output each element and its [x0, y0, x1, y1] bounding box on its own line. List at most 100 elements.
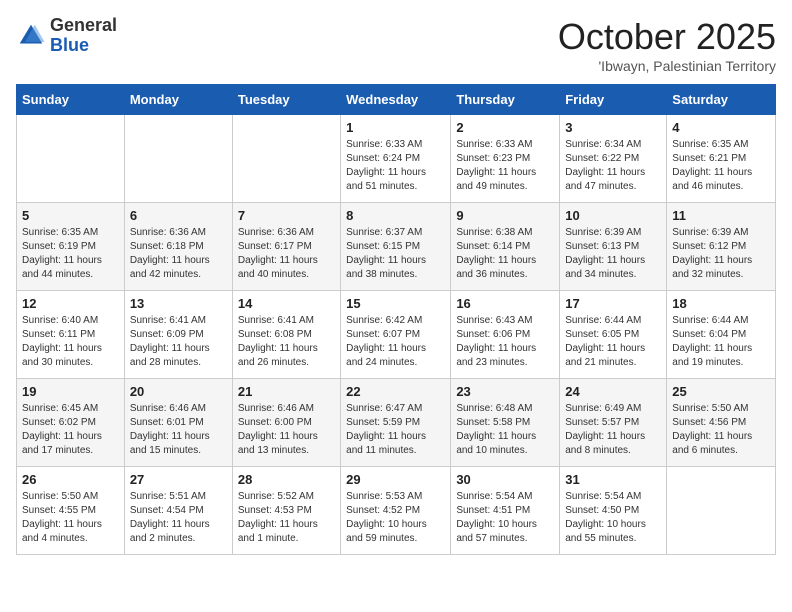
- day-cell: 17Sunrise: 6:44 AM Sunset: 6:05 PM Dayli…: [560, 291, 667, 379]
- day-info: Sunrise: 6:39 AM Sunset: 6:13 PM Dayligh…: [565, 226, 661, 282]
- day-cell: 16 Sunrise: 6:43 AM Sunset: 6:06 PM Dayli…: [451, 291, 560, 379]
- day-number: 20: [130, 384, 227, 399]
- day-number: 27: [130, 472, 227, 487]
- month-title: October 2025: [558, 16, 776, 58]
- day-cell: 10 Sunrise: 6:39 AM Sunset: 6:13 PM Dayli…: [560, 203, 667, 291]
- day-number: 21: [238, 384, 335, 399]
- day-number: 8: [346, 208, 445, 223]
- day-number: 5: [22, 208, 119, 223]
- day-number: 17: [565, 296, 661, 311]
- day-cell: 21 Sunrise: 6:46 AM Sunset: 6:00 PM Dayli…: [232, 379, 340, 467]
- day-cell: 13 Sunrise: 6:41 AM Sunset: 6:09 PM Dayli…: [124, 291, 232, 379]
- day-number: 10: [565, 208, 661, 223]
- page-header: General Blue October 2025 'Ibwayn, Pales…: [16, 16, 776, 74]
- day-number: 15: [346, 296, 445, 311]
- day-cell: 22 Sunrise: 6:47 AM Sunset: 5:59 PM Dayli…: [341, 379, 451, 467]
- day-cell: 20 Sunrise: 6:46 AM Sunset: 6:01 PM Dayli…: [124, 379, 232, 467]
- day-info: Sunrise: 6:45 AM Sunset: 6:02 PM Dayligh…: [22, 402, 119, 458]
- day-cell: 1Sunrise: 6:33 AM Sunset: 6:24 PM Daylig…: [341, 115, 451, 203]
- day-cell: 23 Sunrise: 6:48 AM Sunset: 5:58 PM Dayli…: [451, 379, 560, 467]
- day-info: Sunrise: 6:40 AM Sunset: 6:11 PM Dayligh…: [22, 314, 119, 370]
- day-cell: [232, 115, 340, 203]
- day-cell: 12 Sunrise: 6:40 AM Sunset: 6:11 PM Dayli…: [17, 291, 125, 379]
- day-info: Sunrise: 6:36 AM Sunset: 6:17 PM Dayligh…: [238, 226, 335, 282]
- title-area: October 2025 'Ibwayn, Palestinian Territ…: [558, 16, 776, 74]
- day-number: 11: [672, 208, 770, 223]
- day-info: Sunrise: 5:53 AM Sunset: 4:52 PM Dayligh…: [346, 490, 445, 546]
- day-cell: 9Sunrise: 6:38 AM Sunset: 6:14 PM Daylig…: [451, 203, 560, 291]
- day-cell: 11 Sunrise: 6:39 AM Sunset: 6:12 PM Dayli…: [667, 203, 776, 291]
- day-cell: 31Sunrise: 5:54 AM Sunset: 4:50 PM Dayli…: [560, 467, 667, 555]
- day-cell: 18Sunrise: 6:44 AM Sunset: 6:04 PM Dayli…: [667, 291, 776, 379]
- day-number: 7: [238, 208, 335, 223]
- day-number: 19: [22, 384, 119, 399]
- day-number: 25: [672, 384, 770, 399]
- day-info: Sunrise: 5:52 AM Sunset: 4:53 PM Dayligh…: [238, 490, 335, 546]
- day-number: 6: [130, 208, 227, 223]
- day-info: Sunrise: 6:35 AM Sunset: 6:21 PM Dayligh…: [672, 138, 770, 194]
- day-number: 12: [22, 296, 119, 311]
- day-info: Sunrise: 5:54 AM Sunset: 4:51 PM Dayligh…: [456, 490, 554, 546]
- header-cell-wednesday: Wednesday: [341, 85, 451, 115]
- calendar-table: SundayMondayTuesdayWednesdayThursdayFrid…: [16, 84, 776, 555]
- day-cell: 29 Sunrise: 5:53 AM Sunset: 4:52 PM Dayli…: [341, 467, 451, 555]
- day-number: 23: [456, 384, 554, 399]
- day-info: Sunrise: 6:36 AM Sunset: 6:18 PM Dayligh…: [130, 226, 227, 282]
- day-number: 1: [346, 120, 445, 135]
- day-number: 3: [565, 120, 661, 135]
- header-cell-friday: Friday: [560, 85, 667, 115]
- day-number: 2: [456, 120, 554, 135]
- day-number: 14: [238, 296, 335, 311]
- day-cell: 6 Sunrise: 6:36 AM Sunset: 6:18 PM Daylig…: [124, 203, 232, 291]
- day-cell: 28 Sunrise: 5:52 AM Sunset: 4:53 PM Dayli…: [232, 467, 340, 555]
- day-cell: 4Sunrise: 6:35 AM Sunset: 6:21 PM Daylig…: [667, 115, 776, 203]
- day-cell: 8 Sunrise: 6:37 AM Sunset: 6:15 PM Daylig…: [341, 203, 451, 291]
- day-info: Sunrise: 6:35 AM Sunset: 6:19 PM Dayligh…: [22, 226, 119, 282]
- day-cell: 2 Sunrise: 6:33 AM Sunset: 6:23 PM Daylig…: [451, 115, 560, 203]
- day-number: 29: [346, 472, 445, 487]
- header-cell-saturday: Saturday: [667, 85, 776, 115]
- day-cell: [17, 115, 125, 203]
- day-info: Sunrise: 6:33 AM Sunset: 6:23 PM Dayligh…: [456, 138, 554, 194]
- day-info: Sunrise: 6:39 AM Sunset: 6:12 PM Dayligh…: [672, 226, 770, 282]
- day-number: 31: [565, 472, 661, 487]
- day-info: Sunrise: 6:37 AM Sunset: 6:15 PM Dayligh…: [346, 226, 445, 282]
- day-number: 30: [456, 472, 554, 487]
- day-info: Sunrise: 5:50 AM Sunset: 4:55 PM Dayligh…: [22, 490, 119, 546]
- day-info: Sunrise: 6:46 AM Sunset: 6:01 PM Dayligh…: [130, 402, 227, 458]
- day-number: 18: [672, 296, 770, 311]
- day-info: Sunrise: 6:41 AM Sunset: 6:09 PM Dayligh…: [130, 314, 227, 370]
- day-number: 24: [565, 384, 661, 399]
- week-row-4: 19 Sunrise: 6:45 AM Sunset: 6:02 PM Dayli…: [17, 379, 776, 467]
- day-cell: 14 Sunrise: 6:41 AM Sunset: 6:08 PM Dayli…: [232, 291, 340, 379]
- day-cell: 30 Sunrise: 5:54 AM Sunset: 4:51 PM Dayli…: [451, 467, 560, 555]
- day-cell: 27 Sunrise: 5:51 AM Sunset: 4:54 PM Dayli…: [124, 467, 232, 555]
- day-number: 22: [346, 384, 445, 399]
- calendar-body: 1Sunrise: 6:33 AM Sunset: 6:24 PM Daylig…: [17, 115, 776, 555]
- calendar-header: SundayMondayTuesdayWednesdayThursdayFrid…: [17, 85, 776, 115]
- day-cell: 24 Sunrise: 6:49 AM Sunset: 5:57 PM Dayli…: [560, 379, 667, 467]
- day-info: Sunrise: 6:43 AM Sunset: 6:06 PM Dayligh…: [456, 314, 554, 370]
- day-info: Sunrise: 6:41 AM Sunset: 6:08 PM Dayligh…: [238, 314, 335, 370]
- logo-icon: [16, 21, 46, 51]
- day-info: Sunrise: 5:51 AM Sunset: 4:54 PM Dayligh…: [130, 490, 227, 546]
- week-row-3: 12 Sunrise: 6:40 AM Sunset: 6:11 PM Dayli…: [17, 291, 776, 379]
- logo-general: General: [50, 16, 117, 36]
- location-subtitle: 'Ibwayn, Palestinian Territory: [558, 58, 776, 74]
- day-info: Sunrise: 5:50 AM Sunset: 4:56 PM Dayligh…: [672, 402, 770, 458]
- day-cell: 7 Sunrise: 6:36 AM Sunset: 6:17 PM Daylig…: [232, 203, 340, 291]
- day-cell: [124, 115, 232, 203]
- day-cell: 25 Sunrise: 5:50 AM Sunset: 4:56 PM Dayli…: [667, 379, 776, 467]
- day-info: Sunrise: 6:49 AM Sunset: 5:57 PM Dayligh…: [565, 402, 661, 458]
- day-cell: 3Sunrise: 6:34 AM Sunset: 6:22 PM Daylig…: [560, 115, 667, 203]
- day-number: 16: [456, 296, 554, 311]
- logo-blue: Blue: [50, 36, 117, 56]
- day-info: Sunrise: 6:48 AM Sunset: 5:58 PM Dayligh…: [456, 402, 554, 458]
- logo: General Blue: [16, 16, 117, 56]
- day-cell: 26Sunrise: 5:50 AM Sunset: 4:55 PM Dayli…: [17, 467, 125, 555]
- day-number: 13: [130, 296, 227, 311]
- week-row-2: 5 Sunrise: 6:35 AM Sunset: 6:19 PM Daylig…: [17, 203, 776, 291]
- day-info: Sunrise: 6:47 AM Sunset: 5:59 PM Dayligh…: [346, 402, 445, 458]
- day-info: Sunrise: 6:46 AM Sunset: 6:00 PM Dayligh…: [238, 402, 335, 458]
- day-number: 28: [238, 472, 335, 487]
